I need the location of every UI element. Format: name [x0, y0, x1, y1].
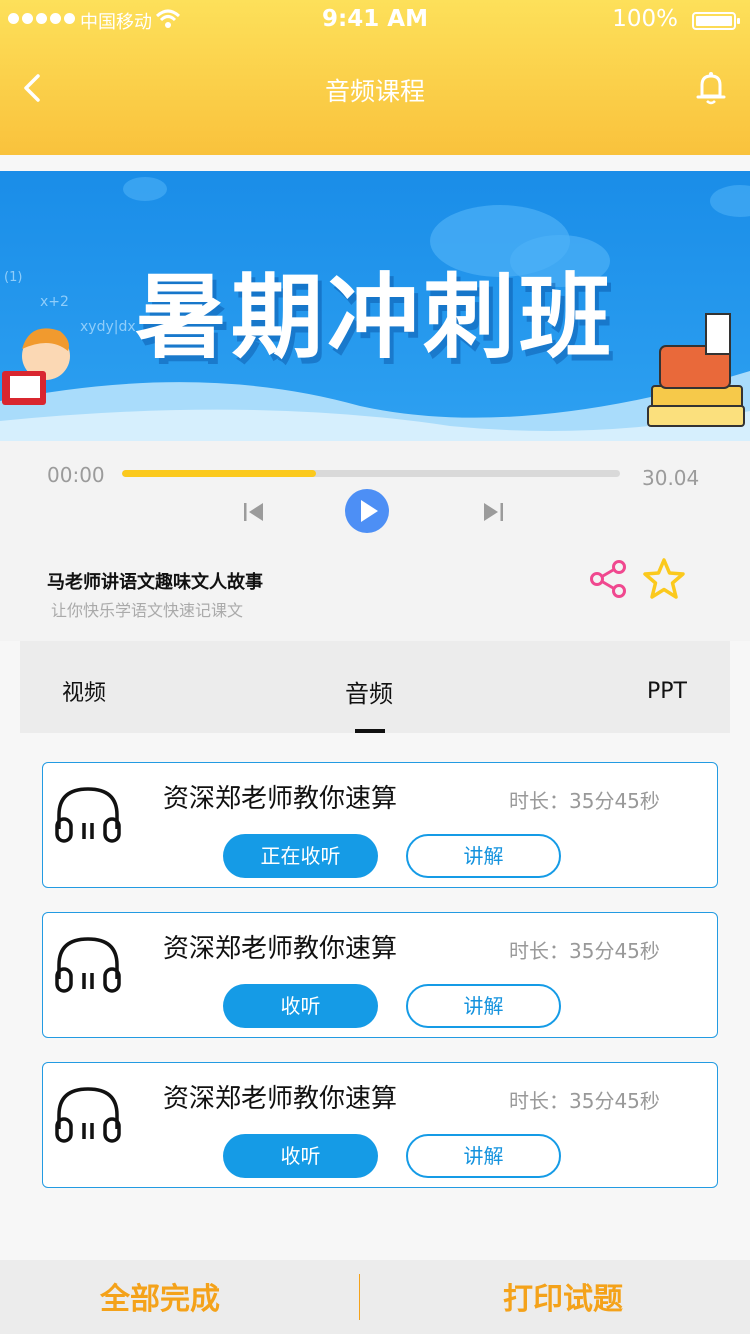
previous-track-icon[interactable]: [243, 501, 265, 523]
lesson-duration: 时长：35分45秒: [509, 789, 660, 813]
play-button[interactable]: [345, 489, 389, 533]
play-icon: [361, 500, 378, 522]
bell-icon[interactable]: [694, 70, 728, 106]
complete-all-button[interactable]: 全部完成: [100, 1274, 220, 1318]
current-time: 00:00: [47, 463, 105, 487]
next-track-icon[interactable]: [482, 501, 504, 523]
progress-fill: [122, 470, 317, 477]
tab-video[interactable]: 视频: [62, 675, 106, 707]
content-tabs: 视频 音频 PPT: [20, 641, 730, 733]
status-bar: 中国移动 9:41 AM 100%: [0, 0, 750, 40]
battery-icon: [692, 12, 740, 30]
progress-bar[interactable]: [122, 470, 620, 477]
lesson-duration: 时长：35分45秒: [509, 1089, 660, 1113]
explain-button[interactable]: 讲解: [406, 834, 561, 878]
lesson-card: 资深郑老师教你速算 时长：35分45秒 正在收听 讲解: [42, 762, 718, 888]
headphones-icon: [55, 787, 121, 843]
active-tab-indicator: [355, 729, 385, 733]
footer-bar: 全部完成 打印试题: [0, 1260, 750, 1334]
explain-button[interactable]: 讲解: [406, 1134, 561, 1178]
listen-button[interactable]: 收听: [223, 984, 378, 1028]
print-questions-button[interactable]: 打印试题: [503, 1274, 623, 1318]
lesson-title: 资深郑老师教你速算: [163, 934, 398, 964]
headphones-icon: [55, 1087, 121, 1143]
listen-button[interactable]: 收听: [223, 1134, 378, 1178]
lesson-card: 资深郑老师教你速算 时长：35分45秒 收听 讲解: [42, 1062, 718, 1188]
tab-audio[interactable]: 音频: [345, 674, 393, 709]
lesson-duration: 时长：35分45秒: [509, 939, 660, 963]
favorite-star-icon[interactable]: [642, 557, 686, 601]
battery-percent: 100%: [612, 6, 678, 32]
total-time: 30.04: [642, 466, 700, 490]
course-subtitle: 让你快乐学语文快速记课文: [51, 601, 244, 620]
banner-title: 暑期冲刺班: [134, 264, 615, 371]
lesson-title: 资深郑老师教你速算: [163, 784, 398, 814]
tab-ppt[interactable]: PPT: [647, 679, 687, 704]
page-title: 音频课程: [324, 77, 425, 106]
listen-button[interactable]: 正在收听: [223, 834, 378, 878]
audio-player: 00:00 30.04 马老师讲语文趣味文人故事 让你快乐学语文快速记课文: [0, 441, 750, 641]
course-title: 马老师讲语文趣味文人故事: [47, 572, 263, 593]
share-icon[interactable]: [589, 559, 629, 599]
header-bar: 中国移动 9:41 AM 100% 音频课程: [0, 0, 750, 155]
explain-button[interactable]: 讲解: [406, 984, 561, 1028]
footer-divider: [359, 1274, 360, 1320]
promo-banner[interactable]: x+2 xydy|dx (1) 暑期冲刺班: [0, 171, 750, 441]
lesson-card: 资深郑老师教你速算 时长：35分45秒 收听 讲解: [42, 912, 718, 1038]
lesson-title: 资深郑老师教你速算: [163, 1084, 398, 1114]
headphones-icon: [55, 937, 121, 993]
